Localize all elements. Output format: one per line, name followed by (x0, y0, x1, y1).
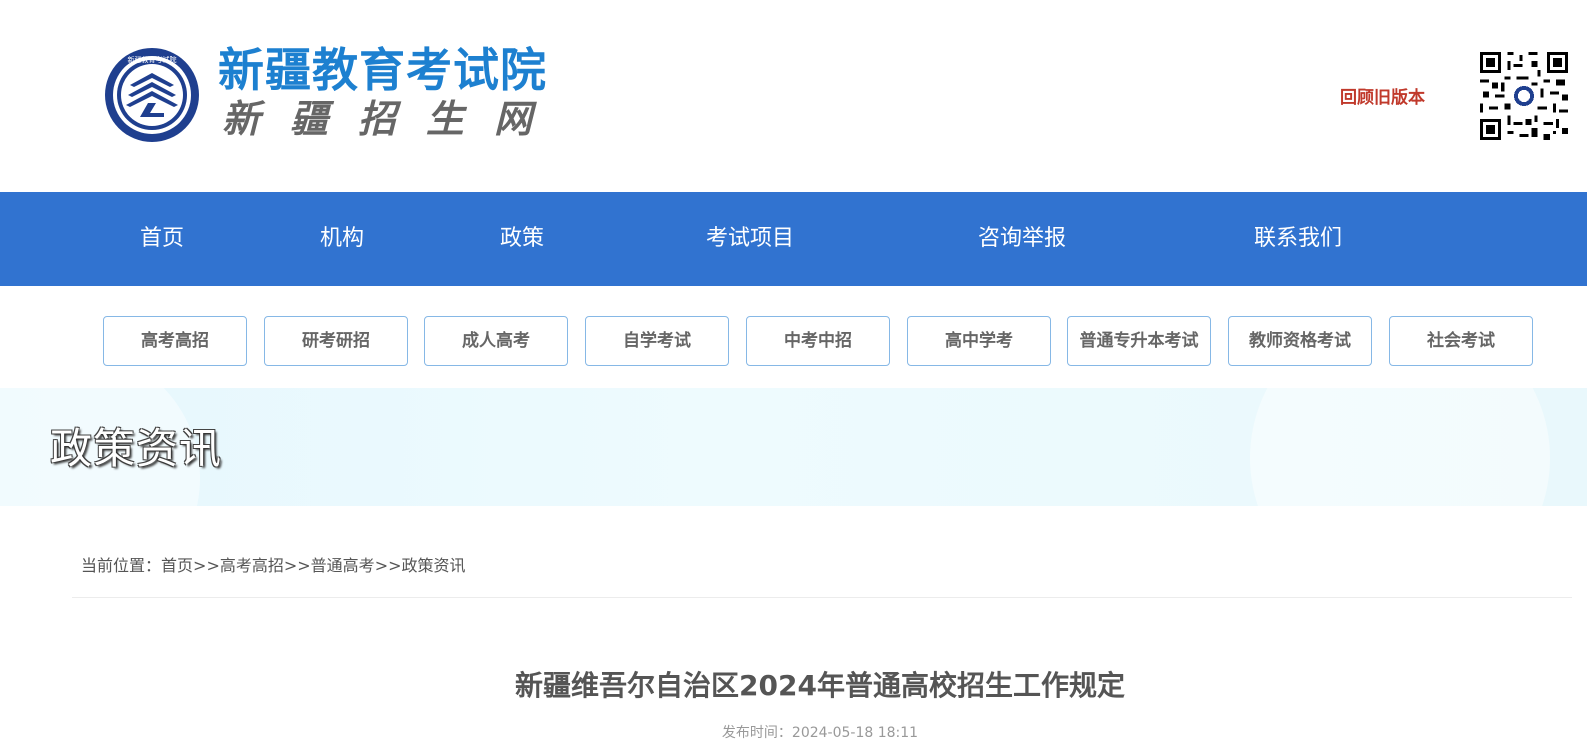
nav-contact-us[interactable]: 联系我们 (1238, 192, 1358, 286)
nav-consult-report[interactable]: 咨询举报 (962, 192, 1082, 286)
breadcrumb-policy-news[interactable]: 政策资讯 (402, 556, 466, 575)
category-adult-exam[interactable]: 成人高考 (424, 316, 568, 366)
breadcrumb: 当前位置：首页>>高考高招>>普通高考>>政策资讯 (81, 554, 466, 578)
main-nav: 首页 机构 政策 考试项目 咨询举报 联系我们 (0, 192, 1587, 286)
breadcrumb-gaokao[interactable]: 高考高招 (220, 556, 284, 575)
category-self-study[interactable]: 自学考试 (585, 316, 729, 366)
category-zhongkao[interactable]: 中考中招 (746, 316, 890, 366)
publish-label: 发布时间： (721, 725, 792, 741)
breadcrumb-separator: >> (193, 556, 220, 575)
banner-decoration (1250, 388, 1550, 506)
breadcrumb-prefix: 当前位置： (81, 556, 162, 575)
site-title[interactable]: 新疆教育考试院 (218, 42, 547, 98)
old-version-link[interactable]: 回顾旧版本 (1340, 86, 1425, 110)
site-subtitle: 新疆招生网 (222, 96, 563, 141)
category-buttons: 高考高招 研考研招 成人高考 自学考试 中考中招 高中学考 普通专升本考试 教师… (0, 286, 1587, 388)
breadcrumb-separator: >> (374, 556, 402, 575)
nav-organization[interactable]: 机构 (300, 192, 384, 286)
breadcrumb-divider (72, 597, 1572, 598)
emblem-ring-text: 新疆教育考试院 (128, 55, 177, 64)
publish-info: 发布时间：2024-05-18 18:11 (0, 721, 1587, 745)
nav-home[interactable]: 首页 (120, 192, 204, 286)
breadcrumb-separator: >> (283, 556, 311, 575)
breadcrumb-home[interactable]: 首页 (161, 556, 193, 575)
category-social-exam[interactable]: 社会考试 (1389, 316, 1533, 366)
site-header: 新疆教育考试院 新疆教育考试院 新疆招生网 回顾旧版本 (0, 0, 1587, 192)
breadcrumb-general-gaokao[interactable]: 普通高考 (311, 556, 375, 575)
category-gaokao[interactable]: 高考高招 (103, 316, 247, 366)
nav-policy[interactable]: 政策 (480, 192, 564, 286)
institute-emblem-icon[interactable]: 新疆教育考试院 (104, 47, 200, 143)
banner-title: 政策资讯 (50, 424, 223, 473)
category-upgrade-exam[interactable]: 普通专升本考试 (1067, 316, 1211, 366)
nav-exam-projects[interactable]: 考试项目 (690, 192, 810, 286)
publish-time: 2024-05-18 18:11 (791, 725, 919, 741)
section-banner: 政策资讯 (0, 388, 1587, 506)
category-postgrad[interactable]: 研考研招 (264, 316, 408, 366)
article-title: 新疆维吾尔自治区2024年普通高校招生工作规定 (515, 669, 1125, 702)
qr-code-icon (1480, 52, 1568, 140)
category-teacher-cert[interactable]: 教师资格考试 (1228, 316, 1372, 366)
category-high-school-exam[interactable]: 高中学考 (907, 316, 1051, 366)
